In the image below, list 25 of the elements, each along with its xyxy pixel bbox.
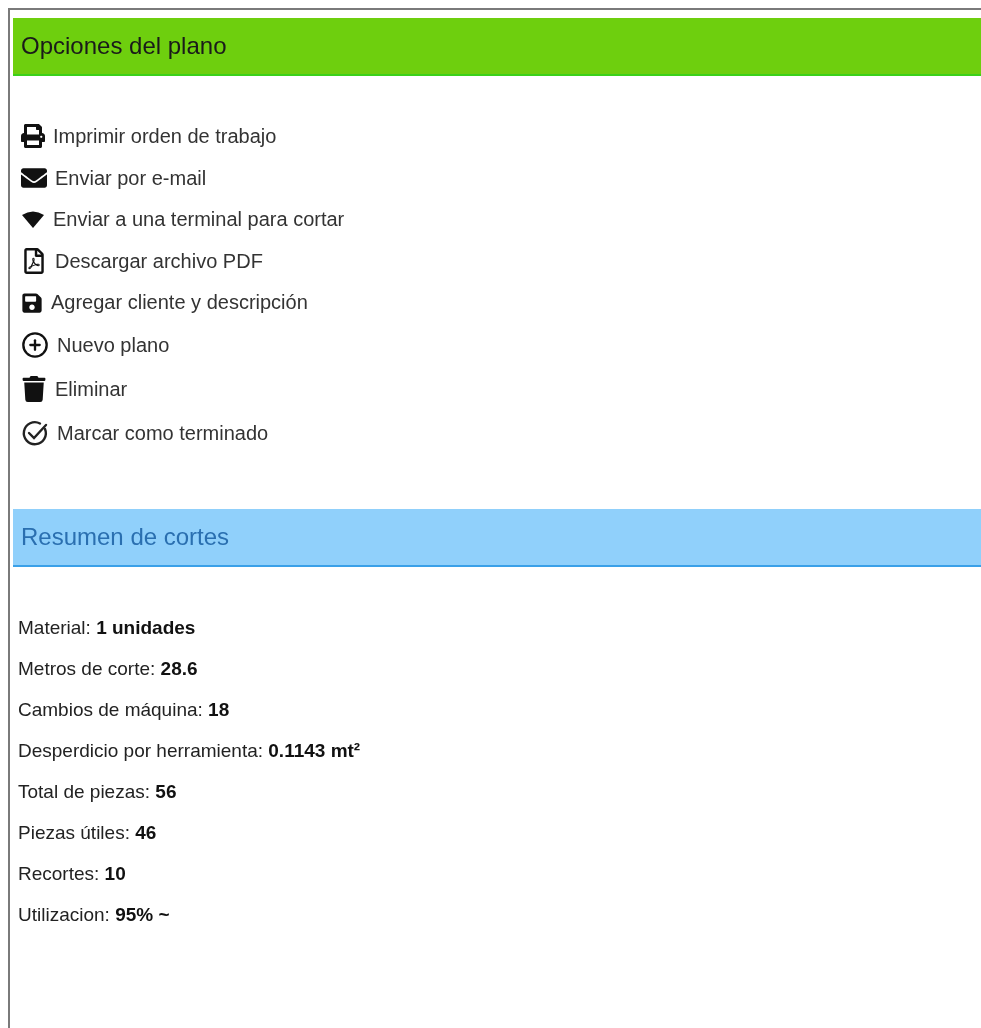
signal-icon xyxy=(21,209,45,230)
check-circle-icon xyxy=(21,419,49,447)
option-link[interactable]: Enviar a una terminal para cortar xyxy=(21,208,345,231)
summary-line: Cambios de máquina: 18 xyxy=(18,699,231,721)
plus-circle-icon xyxy=(21,331,49,359)
summary-line: Total de piezas: 56 xyxy=(18,781,178,803)
option-link[interactable]: Enviar por e-mail xyxy=(21,165,207,191)
option-link[interactable]: Nuevo plano xyxy=(21,331,170,359)
option-link[interactable]: Eliminar xyxy=(21,376,128,402)
option-link[interactable]: Marcar como terminado xyxy=(21,419,269,447)
option-link[interactable]: Descargar archivo PDF xyxy=(21,248,263,274)
summary-line: Desperdicio por herramienta: 0.1143 mt² xyxy=(18,740,362,762)
trash-icon xyxy=(21,376,47,402)
pdf-file-icon xyxy=(21,248,47,274)
summary-line: Material: 1 unidades xyxy=(18,617,197,639)
summary-line: Metros de corte: 28.6 xyxy=(18,658,199,680)
summary-line: Recortes: 10 xyxy=(18,863,127,885)
option-link[interactable]: Agregar cliente y descripción xyxy=(21,291,308,314)
printer-icon xyxy=(21,124,45,148)
section-header: Resumen de cortes xyxy=(13,509,981,567)
envelope-icon xyxy=(21,165,47,191)
option-link[interactable]: Imprimir orden de trabajo xyxy=(21,124,277,148)
summary-line: Utilizacion: 95% ~ xyxy=(18,904,171,926)
summary-line: Piezas útiles: 46 xyxy=(18,822,158,844)
section-header: Opciones del plano xyxy=(13,18,981,76)
